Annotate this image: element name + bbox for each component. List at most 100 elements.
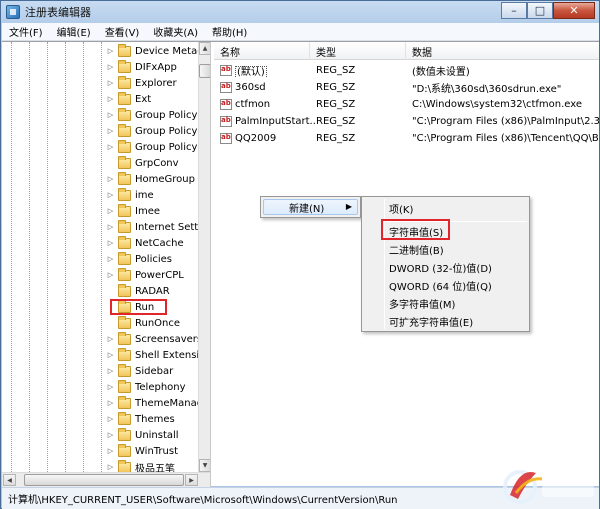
tree-item[interactable]: ▷ HomeGroup <box>106 171 195 187</box>
expand-icon[interactable]: ▷ <box>106 143 115 152</box>
expand-icon[interactable]: ▷ <box>106 127 115 136</box>
submenu-item-dword-value[interactable]: DWORD (32-位)值(D) <box>389 259 492 275</box>
tree-item[interactable]: ▷ Imee <box>106 203 160 219</box>
tree-item[interactable]: ▷ Group Policy <box>106 139 197 155</box>
tree-item[interactable]: RADAR <box>106 283 170 299</box>
menu-edit[interactable]: 编辑(E) <box>50 24 98 39</box>
folder-icon <box>118 347 131 361</box>
tree-item[interactable]: GrpConv <box>106 155 179 171</box>
tree-item[interactable]: ▷ Shell Extensic <box>106 347 205 363</box>
new-submenu: 项(K) 字符串值(S) 二进制值(B) DWORD (32-位)值(D) QW… <box>361 196 530 332</box>
folder-icon <box>118 331 131 345</box>
column-header-data[interactable]: 数据 <box>406 42 599 60</box>
value-data: "D:\系统\360sd\360sdrun.exe" <box>412 83 562 95</box>
value-data: (数值未设置) <box>412 66 470 78</box>
submenu-item-qword-value[interactable]: QWORD (64 位)值(Q) <box>389 277 492 293</box>
menu-favorites[interactable]: 收藏夹(A) <box>146 24 205 39</box>
expand-icon[interactable]: ▷ <box>106 255 115 264</box>
expand-icon[interactable]: ▷ <box>106 399 115 408</box>
context-menu: 新建(N) ▶ <box>260 196 361 218</box>
value-data: C:\Windows\system32\ctfmon.exe <box>412 98 583 110</box>
expand-icon[interactable]: ▷ <box>106 207 115 216</box>
context-menu-new[interactable]: 新建(N) ▶ <box>263 199 358 215</box>
tree-item[interactable]: ▷ Policies <box>106 251 172 267</box>
expand-icon[interactable]: ▷ <box>106 335 115 344</box>
tree-item[interactable]: ▷ Ext <box>106 91 151 107</box>
expand-icon[interactable]: ▷ <box>106 367 115 376</box>
folder-icon <box>118 235 131 249</box>
value-type: REG_SZ <box>316 132 356 144</box>
tree-item[interactable]: ▷ Internet Settir <box>106 219 205 235</box>
tree-item[interactable]: ▷ DIFxApp <box>106 59 177 75</box>
expand-icon[interactable]: ▷ <box>106 223 115 232</box>
value-name: (默认) <box>235 65 267 78</box>
tree-item[interactable]: ▷ Group Policy <box>106 123 197 139</box>
tree-item[interactable]: ▷ Sidebar <box>106 363 173 379</box>
scroll-left-button[interactable]: ◀ <box>3 474 16 486</box>
tree-vertical-scrollbar[interactable]: ▲ ▼ <box>198 42 210 472</box>
tree-item[interactable]: ▷ NetCache <box>106 235 184 251</box>
expand-icon[interactable]: ▷ <box>106 95 115 104</box>
expand-icon[interactable]: ▷ <box>106 175 115 184</box>
tree-item[interactable]: ▷ Themes <box>106 411 175 427</box>
tree-item[interactable]: ▷ Telephony <box>106 379 186 395</box>
tree-item[interactable]: ▷ Explorer <box>106 75 177 91</box>
tree-item[interactable]: ▷ WinTrust <box>106 443 178 459</box>
folder-icon <box>118 363 131 377</box>
expand-icon[interactable]: ▷ <box>106 47 115 56</box>
scroll-right-button[interactable]: ▶ <box>185 474 198 486</box>
tree-horizontal-scrollbar[interactable]: ◀ ▶ <box>2 472 210 487</box>
tree-item[interactable]: ▷ ime <box>106 187 154 203</box>
folder-icon <box>118 59 131 73</box>
expand-icon[interactable]: ▷ <box>106 191 115 200</box>
tree-item[interactable]: ▷ Group Policy <box>106 107 197 123</box>
menu-view[interactable]: 查看(V) <box>98 24 147 39</box>
folder-icon <box>118 267 131 281</box>
tree-item[interactable]: ▷ Device Metac <box>106 43 203 59</box>
close-button[interactable]: ✕ <box>553 2 595 19</box>
folder-icon <box>118 251 131 265</box>
folder-icon <box>118 427 131 441</box>
list-header: 名称 类型 数据 <box>214 42 599 60</box>
value-row[interactable]: ab QQ2009 REG_SZ "C:\Program Files (x86)… <box>214 130 599 146</box>
value-row[interactable]: ab (默认) REG_SZ (数值未设置) <box>214 62 599 78</box>
maximize-button[interactable]: □ <box>527 2 553 19</box>
folder-icon <box>118 155 131 169</box>
tree-item[interactable]: ▷ PowerCPL <box>106 267 184 283</box>
expand-icon[interactable]: ▷ <box>106 351 115 360</box>
expand-icon[interactable]: ▷ <box>106 271 115 280</box>
value-row[interactable]: ab 360sd REG_SZ "D:\系统\360sd\360sdrun.ex… <box>214 79 599 95</box>
value-row[interactable]: ab ctfmon REG_SZ C:\Windows\system32\ctf… <box>214 96 599 112</box>
value-name: 360sd <box>235 81 266 93</box>
submenu-item-multi-string-value[interactable]: 多字符串值(M) <box>389 295 455 311</box>
expand-icon[interactable]: ▷ <box>106 239 115 248</box>
scroll-thumb[interactable] <box>199 64 210 78</box>
expand-icon[interactable]: ▷ <box>106 111 115 120</box>
tree-item[interactable]: ▷ Screensavers <box>106 331 202 347</box>
expand-icon[interactable]: ▷ <box>106 431 115 440</box>
menu-file[interactable]: 文件(F) <box>2 24 50 39</box>
tree-item[interactable]: RunOnce <box>106 315 180 331</box>
expand-icon[interactable]: ▷ <box>106 383 115 392</box>
submenu-item-expandable-string-value[interactable]: 可扩充字符串值(E) <box>389 313 473 329</box>
horizontal-scroll-thumb[interactable] <box>24 474 184 486</box>
folder-icon <box>118 91 131 105</box>
menu-help[interactable]: 帮助(H) <box>205 24 254 39</box>
expand-icon[interactable]: ▷ <box>106 415 115 424</box>
expand-icon[interactable]: ▷ <box>106 63 115 72</box>
column-header-name[interactable]: 名称 <box>214 42 310 60</box>
column-header-type[interactable]: 类型 <box>310 42 406 60</box>
scroll-down-button[interactable]: ▼ <box>199 459 210 472</box>
expand-icon[interactable]: ▷ <box>106 79 115 88</box>
minimize-button[interactable]: – <box>501 2 527 19</box>
tree-item[interactable]: ▷ ThemeManag <box>106 395 203 411</box>
expand-icon[interactable]: ▷ <box>106 447 115 456</box>
title-bar[interactable]: 注册表编辑器 – □ ✕ <box>1 1 599 23</box>
scroll-up-button[interactable]: ▲ <box>199 42 210 55</box>
submenu-item-key[interactable]: 项(K) <box>389 200 413 216</box>
expand-icon[interactable]: ▷ <box>106 463 115 472</box>
submenu-item-binary-value[interactable]: 二进制值(B) <box>389 241 444 257</box>
expand-icon <box>106 287 115 296</box>
value-row[interactable]: ab PalmInputStart... REG_SZ "C:\Program … <box>214 113 599 129</box>
tree-item[interactable]: ▷ Uninstall <box>106 427 179 443</box>
